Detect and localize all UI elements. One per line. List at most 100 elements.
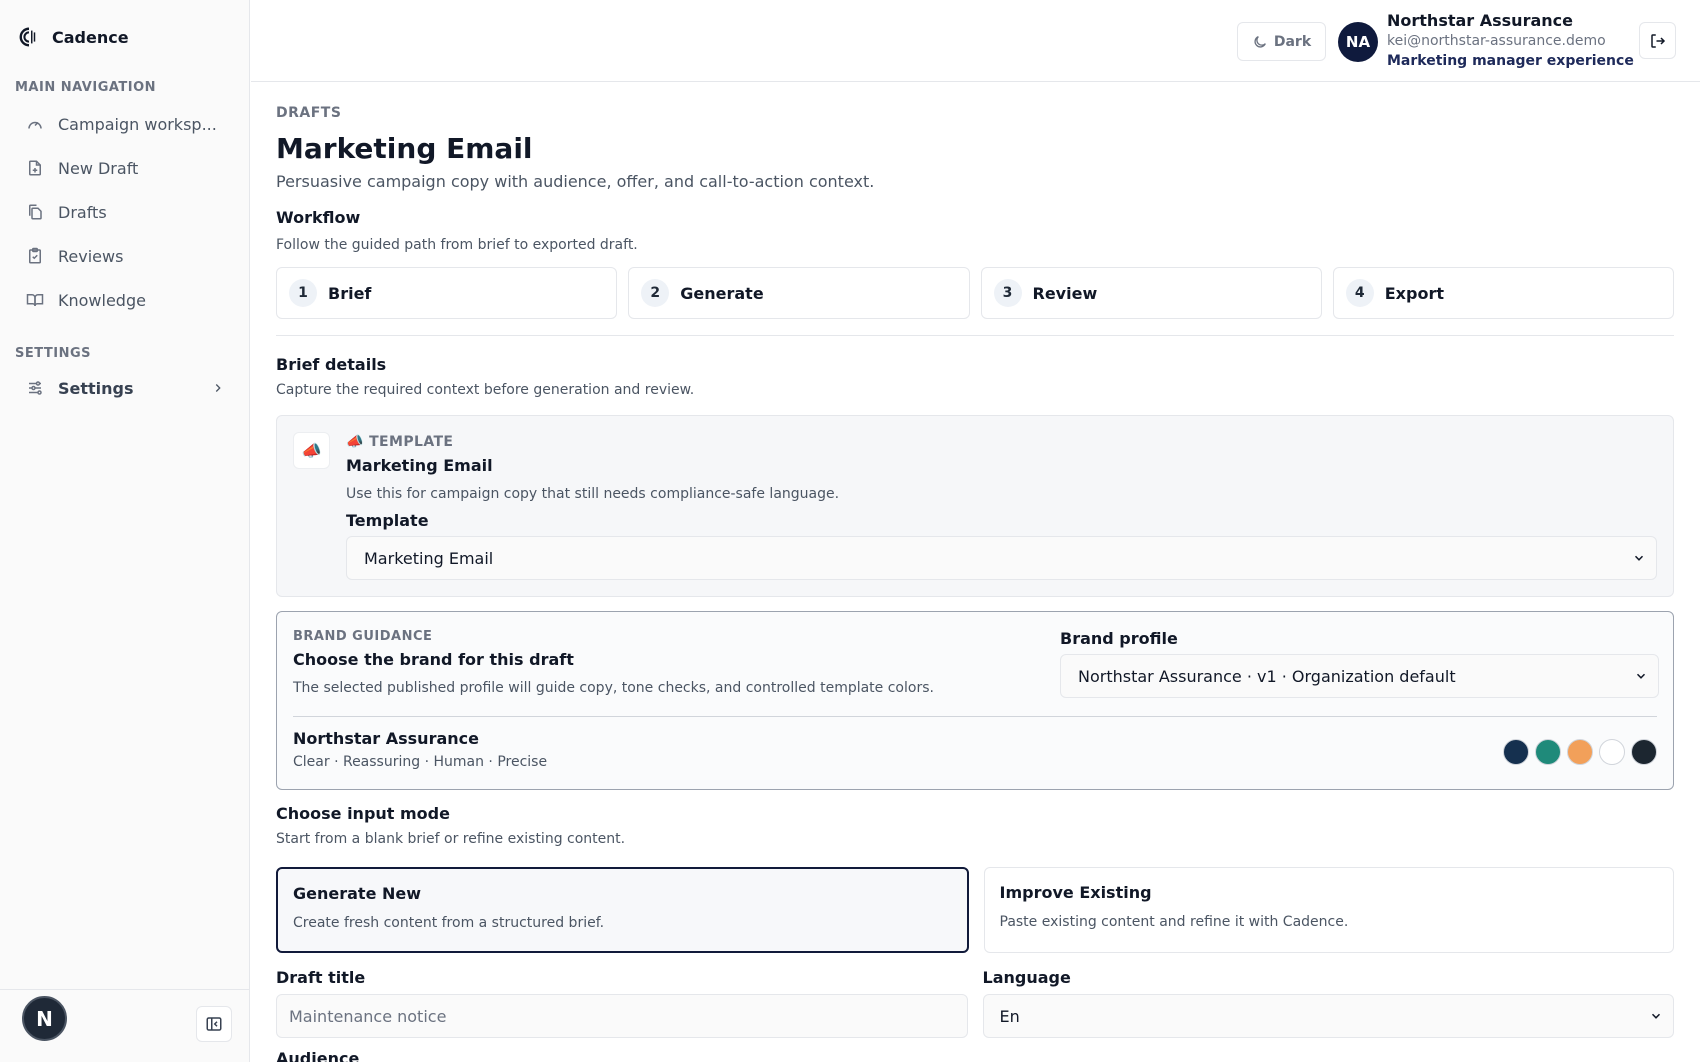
sidebar-item-settings[interactable]: Settings bbox=[14, 366, 237, 410]
brand-profile-value: Northstar Assurance · v1 · Organization … bbox=[1078, 666, 1456, 686]
brand-guidance-card: BRAND GUIDANCE Choose the brand for this… bbox=[276, 611, 1674, 790]
step-number: 2 bbox=[641, 279, 670, 307]
chevron-down-icon bbox=[1634, 555, 1644, 561]
theme-toggle-label: Dark bbox=[1273, 33, 1312, 50]
app-name: Cadence bbox=[52, 27, 129, 47]
step-export[interactable]: 4 Export bbox=[1332, 267, 1674, 319]
chevron-down-icon bbox=[1651, 1013, 1661, 1019]
draft-title-input[interactable] bbox=[276, 994, 968, 1038]
template-select-value: Marketing Email bbox=[364, 548, 494, 568]
template-title: Marketing Email bbox=[346, 456, 493, 475]
audience-label: Audience bbox=[276, 1049, 360, 1062]
page-title: Marketing Email bbox=[276, 132, 533, 165]
step-label: Generate bbox=[680, 283, 764, 303]
sidebar-item-campaign-workspace[interactable]: Campaign worksp... bbox=[14, 102, 237, 146]
clipboard-check-icon bbox=[26, 247, 44, 265]
section-divider bbox=[276, 335, 1674, 336]
theme-toggle-button[interactable]: Dark bbox=[1237, 22, 1326, 61]
brand[interactable]: Cadence bbox=[0, 0, 249, 74]
topbar: Dark NA Northstar Assurance kei@northsta… bbox=[251, 0, 1700, 82]
workflow-section: Workflow Follow the guided path from bri… bbox=[276, 207, 1674, 336]
panel-left-icon bbox=[206, 1017, 222, 1031]
workflow-steps: 1 Brief 2 Generate 3 Review 4 Export bbox=[276, 267, 1674, 319]
user-role: Marketing manager experience bbox=[1387, 53, 1634, 69]
workflow-title: Workflow bbox=[276, 208, 361, 227]
page-subtitle: Persuasive campaign copy with audience, … bbox=[276, 172, 875, 191]
moon-icon bbox=[1254, 35, 1266, 48]
mode-title: Generate New bbox=[293, 884, 422, 903]
color-swatch bbox=[1567, 739, 1593, 765]
megaphone-icon: 📣 bbox=[293, 432, 330, 469]
brand-eyebrow: BRAND GUIDANCE bbox=[293, 629, 433, 644]
template-field-label: Template bbox=[346, 511, 429, 530]
mode-description: Create fresh content from a structured b… bbox=[293, 915, 605, 931]
brand-title: Choose the brand for this draft bbox=[293, 650, 574, 669]
input-mode-description: Start from a blank brief or refine exist… bbox=[276, 831, 626, 847]
step-review[interactable]: 3 Review bbox=[980, 267, 1322, 319]
sidebar-footer: N bbox=[0, 989, 250, 1062]
template-select[interactable]: Marketing Email bbox=[346, 536, 1657, 580]
mode-generate-new[interactable]: Generate New Create fresh content from a… bbox=[276, 867, 969, 953]
sidebar-item-label: Reviews bbox=[58, 246, 124, 266]
user-email: kei@northstar-assurance.demo bbox=[1387, 33, 1606, 49]
user-info: Northstar Assurance kei@northstar-assura… bbox=[1387, 10, 1634, 72]
color-swatch bbox=[1535, 739, 1561, 765]
template-description: Use this for campaign copy that still ne… bbox=[346, 486, 840, 502]
color-swatch bbox=[1503, 739, 1529, 765]
step-label: Brief bbox=[328, 283, 372, 303]
color-swatch bbox=[1599, 739, 1625, 765]
sidebar-item-label: Drafts bbox=[58, 202, 107, 222]
logout-button[interactable] bbox=[1639, 22, 1676, 59]
language-select-value: En bbox=[999, 1006, 1020, 1026]
workflow-description: Follow the guided path from brief to exp… bbox=[276, 237, 638, 253]
chevron-right-icon bbox=[211, 380, 225, 399]
sidebar-item-new-draft[interactable]: New Draft bbox=[14, 146, 237, 190]
user-name: Northstar Assurance bbox=[1387, 11, 1573, 30]
main-navigation-label: MAIN NAVIGATION bbox=[15, 80, 157, 95]
template-card: 📣 📣 TEMPLATE Marketing Email Use this fo… bbox=[276, 415, 1674, 597]
step-brief[interactable]: 1 Brief bbox=[276, 267, 618, 319]
mode-description: Paste existing content and refine it wit… bbox=[999, 914, 1349, 930]
template-eyebrow: 📣 TEMPLATE bbox=[346, 434, 454, 450]
draft-fields-row: Draft title Language En bbox=[276, 967, 1674, 1038]
mode-title: Improve Existing bbox=[999, 883, 1152, 902]
color-swatch bbox=[1631, 739, 1657, 765]
brand-profile-label: Brand profile bbox=[1060, 629, 1178, 648]
mode-improve-existing[interactable]: Improve Existing Paste existing content … bbox=[983, 867, 1674, 953]
main-content: DRAFTS Marketing Email Persuasive campai… bbox=[276, 82, 1674, 1062]
step-label: Review bbox=[1032, 283, 1098, 303]
sidebar-item-knowledge[interactable]: Knowledge bbox=[14, 278, 237, 322]
log-out-icon bbox=[1650, 33, 1665, 48]
sidebar-item-reviews[interactable]: Reviews bbox=[14, 234, 237, 278]
language-label: Language bbox=[982, 968, 1071, 987]
files-icon bbox=[26, 203, 44, 221]
sidebar-item-drafts[interactable]: Drafts bbox=[14, 190, 237, 234]
book-open-icon bbox=[26, 291, 44, 309]
settings-section-label: SETTINGS bbox=[15, 346, 92, 361]
draft-title-label: Draft title bbox=[276, 968, 366, 987]
sidebar-item-label: Campaign worksp... bbox=[58, 114, 217, 134]
brand-divider bbox=[293, 716, 1657, 717]
step-number: 3 bbox=[993, 279, 1022, 307]
step-label: Export bbox=[1384, 283, 1444, 303]
step-generate[interactable]: 2 Generate bbox=[628, 267, 970, 319]
sidebar-item-label: Settings bbox=[58, 378, 134, 398]
brand-profile-select[interactable]: Northstar Assurance · v1 · Organization … bbox=[1060, 654, 1659, 698]
brand-description: The selected published profile will guid… bbox=[293, 680, 934, 696]
step-number: 4 bbox=[1345, 279, 1374, 307]
brand-tones: Clear · Reassuring · Human · Precise bbox=[293, 754, 548, 770]
chevron-down-icon bbox=[1636, 673, 1646, 679]
sidebar: Cadence MAIN NAVIGATION Campaign worksp.… bbox=[0, 0, 250, 1062]
collapse-sidebar-button[interactable] bbox=[196, 1006, 232, 1042]
brand-color-swatches bbox=[1503, 739, 1657, 765]
gauge-icon bbox=[26, 115, 44, 133]
cadence-logo-icon bbox=[19, 27, 36, 47]
language-select[interactable]: En bbox=[982, 994, 1674, 1038]
user-avatar[interactable]: NA bbox=[1338, 22, 1378, 62]
footer-avatar[interactable]: N bbox=[22, 996, 67, 1041]
step-number: 1 bbox=[289, 279, 317, 307]
brief-section: Brief details Capture the required conte… bbox=[276, 354, 1674, 400]
file-plus-icon bbox=[26, 159, 44, 177]
sidebar-item-label: Knowledge bbox=[58, 290, 146, 310]
brand-name: Northstar Assurance bbox=[293, 729, 479, 748]
